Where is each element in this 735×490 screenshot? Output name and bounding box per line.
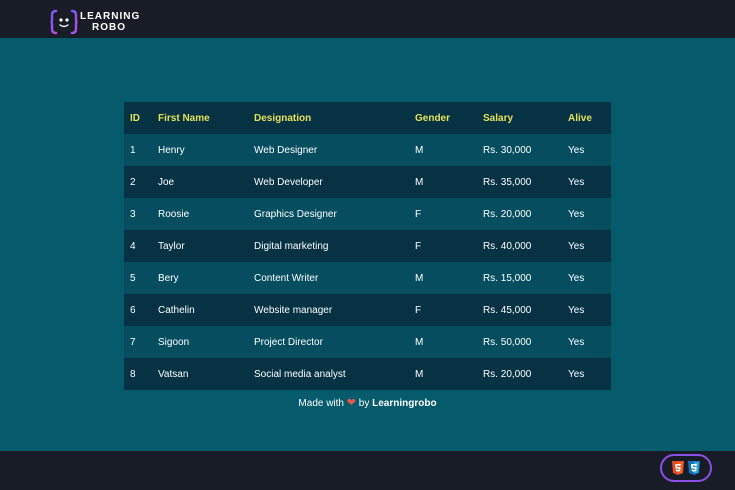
cell-alive: Yes [568,368,585,380]
robot-logo-icon [50,9,78,35]
cell-first-name: Bery [158,272,179,284]
cell-id: 3 [130,208,136,220]
cell-salary: Rs. 40,000 [483,240,532,252]
cell-designation: Digital marketing [254,240,329,252]
cell-salary: Rs. 20,000 [483,368,532,380]
cell-id: 4 [130,240,136,252]
table-row: 8 Vatsan Social media analyst M Rs. 20,0… [124,358,611,390]
html5-icon [672,461,684,475]
cell-designation: Graphics Designer [254,208,337,220]
logo[interactable]: LEARNING ROBO [50,8,141,36]
table-header-row: ID First Name Designation Gender Salary … [124,102,611,134]
heart-icon: ❤ [346,397,356,409]
cell-designation: Web Developer [254,176,323,188]
cell-id: 6 [130,304,136,316]
cell-alive: Yes [568,304,585,316]
table-row: 3 Roosie Graphics Designer F Rs. 20,000 … [124,198,611,230]
cell-alive: Yes [568,144,585,156]
logo-line-1: LEARNING [80,11,141,22]
cell-first-name: Cathelin [158,304,195,316]
cell-first-name: Vatsan [158,368,189,380]
column-header-gender: Gender [415,112,451,124]
cell-first-name: Joe [158,176,175,188]
cell-gender: F [415,208,422,220]
cell-salary: Rs. 50,000 [483,336,532,348]
cell-gender: M [415,368,424,380]
cell-gender: M [415,336,424,348]
employee-table: ID First Name Designation Gender Salary … [124,102,611,390]
cell-alive: Yes [568,336,585,348]
cell-id: 5 [130,272,136,284]
logo-line-2: ROBO [92,22,126,33]
cell-designation: Website manager [254,304,333,316]
column-header-salary: Salary [483,112,514,124]
cell-gender: M [415,272,424,284]
cell-alive: Yes [568,240,585,252]
column-header-designation: Designation [254,112,312,124]
cell-first-name: Roosie [158,208,190,220]
cell-designation: Content Writer [254,272,319,284]
cell-salary: Rs. 35,000 [483,176,532,188]
cell-first-name: Henry [158,144,185,156]
cell-gender: F [415,240,422,252]
column-header-id: ID [130,112,140,124]
cell-alive: Yes [568,208,585,220]
made-with-text: Made with [298,398,344,409]
cell-gender: M [415,176,424,188]
top-bar: LEARNING ROBO [0,0,735,38]
cell-first-name: Taylor [158,240,185,252]
cell-id: 2 [130,176,136,188]
cell-designation: Project Director [254,336,323,348]
cell-gender: F [415,304,422,316]
cell-first-name: Sigoon [158,336,190,348]
table-row: 6 Cathelin Website manager F Rs. 45,000 … [124,294,611,326]
cell-alive: Yes [568,272,585,284]
logo-wordmark: LEARNING ROBO [80,11,141,33]
cell-designation: Web Designer [254,144,318,156]
cell-id: 8 [130,368,136,380]
cell-salary: Rs. 20,000 [483,208,532,220]
by-text: by [358,398,370,409]
cell-gender: M [415,144,424,156]
cell-salary: Rs. 30,000 [483,144,532,156]
made-with-credit: Made with ❤ by Learningrobo [0,396,735,409]
cell-designation: Social media analyst [254,368,346,380]
table-row: 7 Sigoon Project Director M Rs. 50,000 Y… [124,326,611,358]
cell-salary: Rs. 45,000 [483,304,532,316]
bottom-bar [0,451,735,490]
cell-id: 7 [130,336,136,348]
tech-badge[interactable] [660,454,712,482]
cell-alive: Yes [568,176,585,188]
table-row: 4 Taylor Digital marketing F Rs. 40,000 … [124,230,611,262]
css3-icon [688,461,700,475]
cell-id: 1 [130,144,136,156]
brand-link[interactable]: Learningrobo [372,398,436,409]
table-row: 5 Bery Content Writer M Rs. 15,000 Yes [124,262,611,294]
column-header-alive: Alive [568,112,592,124]
column-header-first-name: First Name [158,112,210,124]
table-row: 2 Joe Web Developer M Rs. 35,000 Yes [124,166,611,198]
cell-salary: Rs. 15,000 [483,272,532,284]
table-row: 1 Henry Web Designer M Rs. 30,000 Yes [124,134,611,166]
